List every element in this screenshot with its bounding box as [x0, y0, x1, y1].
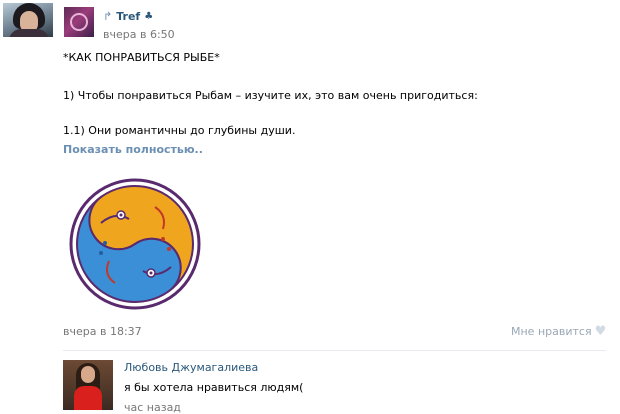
post-title-line: *КАК ПОНРАВИТЬСЯ РЫБЕ*: [63, 51, 220, 64]
reshare-arrow-icon: ↱: [103, 9, 113, 23]
poster-avatar[interactable]: [3, 3, 53, 37]
author-row: ↱ Tref ♣: [103, 8, 153, 24]
post-time[interactable]: вчера в 6:50: [103, 28, 175, 41]
show-more-link[interactable]: Показать полностью..: [63, 143, 203, 156]
pisces-fish-yin-yang-image[interactable]: [63, 163, 215, 321]
author-name-link[interactable]: Tref: [116, 10, 140, 23]
author-avatar[interactable]: [64, 7, 94, 37]
pisces-fish-yin-yang-icon: [69, 178, 201, 310]
comment-time[interactable]: час назад: [124, 401, 181, 414]
heart-icon: ♥: [594, 324, 607, 339]
post-text-line: 1.1) Они романтичны до глубины души.: [63, 124, 296, 137]
post-date-link[interactable]: вчера в 18:37: [63, 325, 142, 338]
comment-author-link[interactable]: Любовь Джумагалиева: [124, 361, 258, 374]
like-button[interactable]: Мне нравится ♥: [511, 325, 606, 338]
commenter-avatar[interactable]: [63, 360, 113, 410]
comment-text: я бы хотела нравиться людям(: [124, 381, 304, 394]
post-text-line: 1) Чтобы понравиться Рыбам – изучите их,…: [63, 89, 478, 102]
like-label: Мне нравится: [511, 325, 592, 338]
comment-divider: [63, 350, 606, 351]
club-suit-icon: ♣: [144, 10, 154, 22]
